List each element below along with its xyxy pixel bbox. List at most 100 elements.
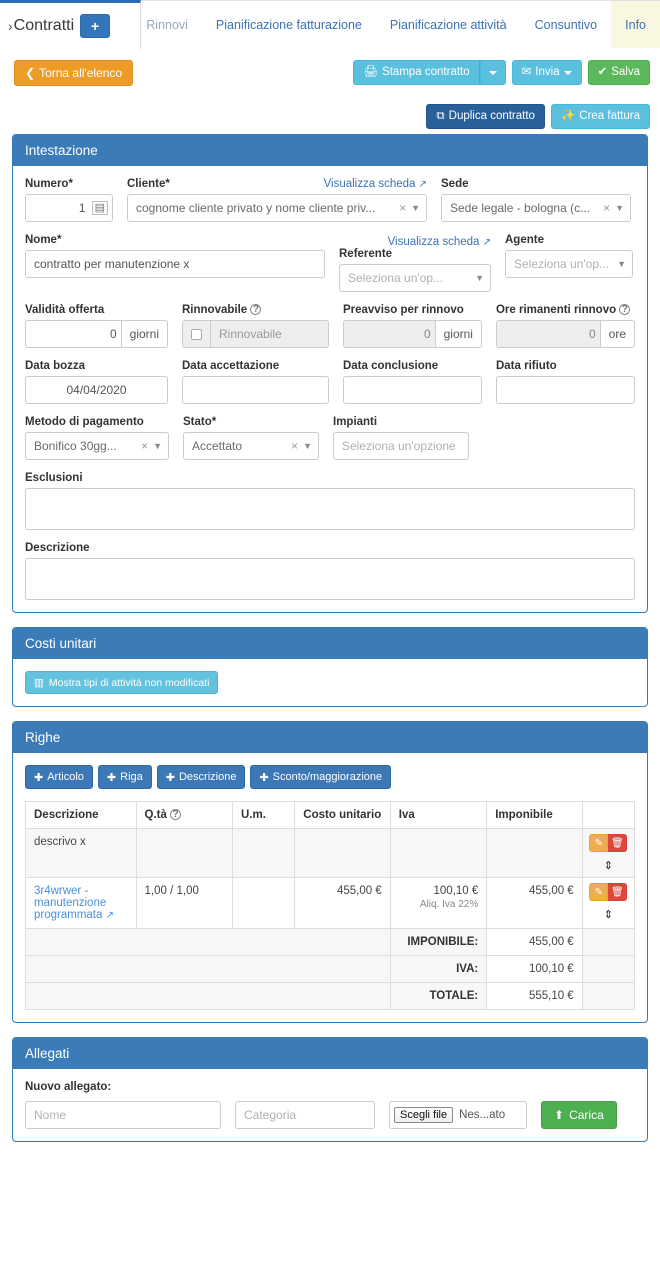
descrizione-label: Descrizione (25, 542, 90, 554)
clear-icon[interactable]: × (598, 201, 615, 215)
col-qta: Q.tà ? (135, 801, 234, 829)
back-to-list-label: Torna all'elenco (39, 66, 123, 80)
totals-row-iva: IVA: 100,10 € (25, 955, 636, 983)
save-button[interactable]: ✔ Salva (587, 60, 650, 85)
add-riga-button[interactable]: ✚ Riga (97, 765, 152, 789)
edit-row-button[interactable]: ✎ (589, 883, 609, 901)
validita-field-group: Validità offerta 0 giorni (25, 304, 168, 348)
help-icon[interactable]: ? (250, 304, 262, 315)
reorder-handle-icon[interactable]: ⇕ (589, 859, 628, 872)
referente-field-group: Visualizza scheda ↗ Referente Seleziona … (339, 234, 491, 292)
tab-pianificazione-fatturazione[interactable]: Pianificazione fatturazione (202, 1, 376, 49)
visualizza-scheda-cliente-link[interactable]: Visualizza scheda ↗ (324, 178, 427, 190)
choose-file-button[interactable]: Scegli file (394, 1107, 454, 1123)
add-articolo-button[interactable]: ✚ Articolo (25, 765, 93, 789)
back-to-list-button[interactable]: ❮ Torna all'elenco (14, 60, 134, 86)
totals-label-imponibile: IMPONIBILE: (389, 928, 488, 956)
col-um: U.m. (231, 801, 296, 829)
clear-icon[interactable]: × (136, 439, 153, 453)
form-row-5: Metodo di pagamento Bonifico 30gg... × ▼… (25, 416, 635, 460)
tab-info[interactable]: Info (611, 0, 660, 49)
rinnovabile-label-text: Rinnovabile (182, 304, 248, 316)
clear-icon[interactable]: × (286, 439, 303, 453)
add-descrizione-button[interactable]: ✚ Descrizione (156, 765, 246, 789)
righe-panel-title: Righe (13, 722, 647, 753)
add-contract-button[interactable]: + (80, 14, 111, 38)
validita-input[interactable]: 0 (25, 320, 122, 348)
tab-pianificazione-attivita[interactable]: Pianificazione attività (376, 1, 521, 49)
clear-icon[interactable]: × (394, 201, 411, 215)
add-sconto-button[interactable]: ✚ Sconto/maggiorazione (250, 765, 392, 789)
preavviso-value: 0 (423, 327, 431, 341)
cell-iva-amount: 100,10 € (433, 885, 479, 897)
cell-descrizione-link[interactable]: 3r4wrwer - manutenzione programmata ↗ (34, 885, 114, 921)
nome-input[interactable]: contratto per manutenzione x (25, 250, 325, 278)
referente-label: Referente (339, 248, 393, 260)
metodo-pagamento-select[interactable]: Bonifico 30gg... × ▼ (25, 432, 169, 460)
allegato-categoria-input[interactable]: Categoria (235, 1101, 375, 1129)
numero-value: 1 (78, 201, 86, 215)
allegato-nome-input[interactable]: Nome (25, 1101, 221, 1129)
descrizione-textarea[interactable] (25, 558, 635, 600)
data-rifiuto-field-group: Data rifiuto (495, 360, 635, 404)
impianti-select[interactable]: Seleziona un'opzione (333, 432, 469, 460)
breadcrumb[interactable]: › Contratti + (0, 0, 141, 49)
edit-row-button[interactable]: ✎ (589, 834, 609, 852)
print-contract-label: Stampa contratto (382, 65, 470, 78)
visualizza-scheda-referente-link[interactable]: Visualizza scheda ↗ (388, 236, 491, 248)
agente-select[interactable]: Seleziona un'op... ▼ (505, 250, 633, 278)
ore-rimanenti-input[interactable]: 0 (495, 320, 601, 348)
rinnovabile-checkbox[interactable] (182, 320, 210, 348)
chevron-down-icon (488, 70, 497, 75)
delete-row-button[interactable]: 🗑 (608, 834, 628, 852)
intestazione-panel-body: Numero* 1 ▤ Cliente* Visualizza scheda ↗… (13, 166, 647, 612)
delete-row-button[interactable]: 🗑 (608, 883, 628, 901)
help-icon[interactable]: ? (619, 304, 631, 315)
totals-row-imponibile: IMPONIBILE: 455,00 € (25, 928, 636, 956)
righe-table-body: descrivo x ✎ 🗑 ⇕ 3r4wrwer - manutenzione… (25, 828, 636, 1010)
ore-rimanenti-input-group: 0 ore (495, 320, 635, 348)
duplicate-contract-button[interactable]: ⧉ Duplica contratto (426, 104, 545, 129)
cliente-select[interactable]: cognome cliente privato y nome cliente p… (127, 194, 427, 222)
totals-row-totale: TOTALE: 555,10 € (25, 982, 636, 1010)
cell-qta: 1,00 / 1,00 (135, 877, 234, 929)
upload-button[interactable]: ⬆ Carica (541, 1101, 617, 1129)
righe-table-head: Descrizione Q.tà ? U.m. Costo unitario I… (25, 801, 636, 829)
cell-qta (135, 828, 234, 878)
print-contract-button[interactable]: 🖨 Stampa contratto (353, 60, 480, 85)
descrizione-field-group: Descrizione (25, 542, 635, 600)
data-accettazione-label: Data accettazione (182, 360, 280, 372)
print-contract-dropdown-toggle[interactable] (479, 60, 506, 85)
totals-actions-spacer (581, 928, 636, 956)
data-rifiuto-input[interactable] (495, 376, 635, 404)
nome-value: contratto per manutenzione x (34, 257, 190, 271)
stato-select[interactable]: Accettato × ▼ (183, 432, 319, 460)
agente-label: Agente (505, 234, 544, 246)
rinnovabile-text: Rinnovabile (210, 320, 329, 348)
data-conclusione-input[interactable] (342, 376, 482, 404)
numpad-icon[interactable]: ▤ (91, 201, 108, 215)
stato-label: Stato* (183, 416, 217, 428)
chevron-down-icon: ▼ (411, 203, 420, 213)
mostra-tipi-attivita-button[interactable]: ▥ Mostra tipi di attività non modificati (25, 671, 219, 694)
help-icon[interactable]: ? (170, 809, 182, 820)
numero-input[interactable]: 1 ▤ (25, 194, 113, 222)
data-accettazione-input[interactable] (182, 376, 329, 404)
esclusioni-textarea[interactable] (25, 488, 635, 530)
referente-select[interactable]: Seleziona un'op... ▼ (339, 264, 491, 292)
tab-rinnovi[interactable]: Rinnovi (132, 1, 202, 49)
create-invoice-button[interactable]: ✨ Crea fattura (550, 104, 650, 129)
reorder-handle-icon[interactable]: ⇕ (589, 908, 628, 921)
ore-rimanenti-unit: ore (600, 320, 635, 348)
file-picker[interactable]: Scegli file Nes...ato (389, 1101, 527, 1129)
plus-icon: ✚ (165, 771, 175, 784)
data-bozza-input[interactable]: 04/04/2020 (25, 376, 168, 404)
send-button[interactable]: ✉ Invia (511, 60, 582, 85)
cell-descrizione: descrivo x (25, 828, 137, 878)
validita-unit: giorni (121, 320, 168, 348)
ore-rimanenti-value: 0 (588, 327, 596, 341)
add-riga-label: Riga (120, 771, 143, 783)
tab-consuntivo[interactable]: Consuntivo (521, 1, 612, 49)
sede-select[interactable]: Sede legale - bologna (c... × ▼ (441, 194, 631, 222)
preavviso-input[interactable]: 0 (342, 320, 436, 348)
